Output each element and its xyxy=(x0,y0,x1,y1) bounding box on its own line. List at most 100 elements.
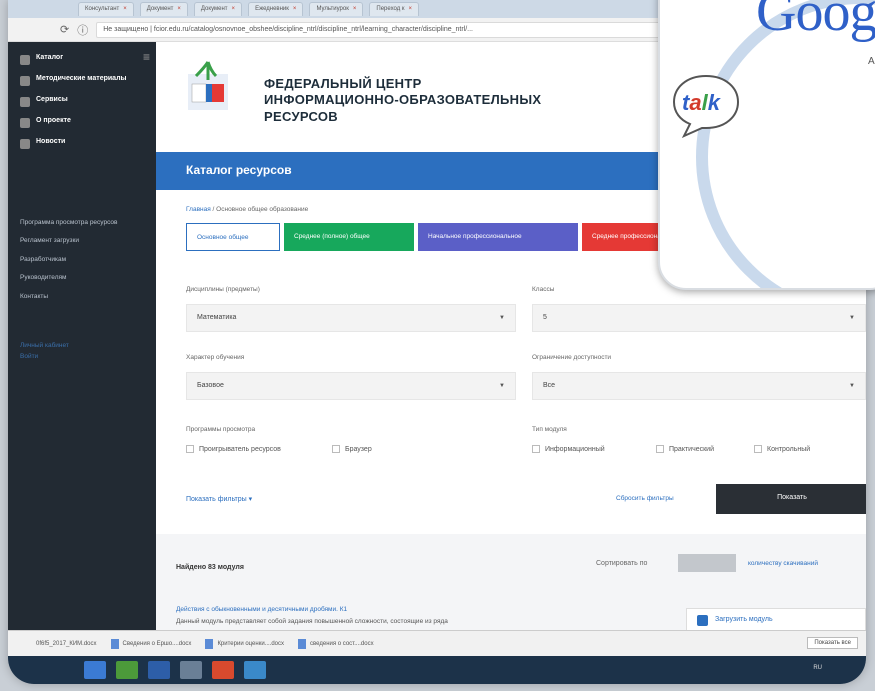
results-panel: Найдено 83 модуля Сортировать по количес… xyxy=(156,534,866,632)
sidebar-item-label: Новости xyxy=(36,138,66,145)
sort-toggle[interactable] xyxy=(678,554,736,572)
system-tray[interactable]: RU xyxy=(813,665,822,671)
org-name-line: РЕСУРСОВ xyxy=(264,108,338,124)
chevron-down-icon: ▼ xyxy=(849,383,855,389)
menu-icon[interactable]: ≡ xyxy=(143,50,150,64)
learning-select[interactable]: Базовое ▼ xyxy=(186,372,516,400)
viewer-checkbox-browser[interactable]: Браузер xyxy=(332,445,372,453)
google-talk-badge: Google A talk xyxy=(658,0,875,290)
sidebar-item-about[interactable]: О проекте xyxy=(20,117,148,128)
org-name-line: ИНФОРМАЦИОННО-ОБРАЗОВАТЕЛЬНЫХ xyxy=(264,92,542,108)
class-value: 5 xyxy=(543,314,547,321)
tab-secondary-general[interactable]: Среднее (полное) общее xyxy=(284,223,414,251)
browser-tab[interactable]: Переход к × xyxy=(369,2,420,16)
module-checkbox-practice[interactable]: Практический xyxy=(656,445,714,453)
close-icon[interactable]: × xyxy=(177,6,181,12)
reload-icon[interactable]: ⟳ xyxy=(60,23,69,36)
app-icon[interactable] xyxy=(180,661,202,679)
browser-tab-label: Документ xyxy=(146,6,174,12)
caret-down-icon: ▾ xyxy=(248,496,253,503)
sidebar-item-services[interactable]: Сервисы xyxy=(20,96,148,107)
file-icon xyxy=(110,638,119,649)
discipline-select[interactable]: Математика ▼ xyxy=(186,304,516,332)
checkbox[interactable] xyxy=(754,445,762,453)
browser-tab[interactable]: Документ × xyxy=(193,2,243,16)
download-module-button[interactable]: Загрузить модуль xyxy=(686,608,866,632)
tab-primary-professional[interactable]: Начальное профессиональное xyxy=(418,223,578,251)
talk-bubble-icon: talk xyxy=(672,74,740,138)
sidebar-item-news[interactable]: Новости xyxy=(20,138,148,149)
tab-basic-general[interactable]: Основное общее xyxy=(186,223,280,251)
file-icon xyxy=(298,638,307,649)
sidebar-item-label: Методические материалы xyxy=(36,75,127,82)
sort-label: Сортировать по xyxy=(596,560,648,567)
close-icon[interactable]: × xyxy=(409,6,413,12)
app-icon[interactable] xyxy=(244,661,266,679)
svg-text:talk: talk xyxy=(682,90,722,115)
browser-tab-label: Ежедневник xyxy=(255,6,289,12)
sidebar-link[interactable]: Программа просмотра ресурсов xyxy=(20,219,148,227)
access-value: Все xyxy=(543,382,556,389)
sidebar-link[interactable]: Контакты xyxy=(20,293,148,301)
close-icon[interactable]: × xyxy=(353,6,357,12)
browser-tab[interactable]: Мультиурок × xyxy=(309,2,364,16)
show-button[interactable]: Показать xyxy=(716,484,866,514)
browser-icon[interactable] xyxy=(212,661,234,679)
result-title-link[interactable]: Действия с обыкновенными и десятичными д… xyxy=(176,606,347,613)
start-icon[interactable] xyxy=(84,661,106,679)
browser-tab-label: Консультант xyxy=(85,6,120,12)
checkbox-label: Информационный xyxy=(545,445,605,453)
access-select[interactable]: Все ▼ xyxy=(532,372,866,400)
module-checkbox-control[interactable]: Контрольный xyxy=(754,445,810,453)
sort-by-downloads-link[interactable]: количеству скачиваний xyxy=(748,560,818,567)
download-item[interactable]: Критерии оценки....docx xyxy=(205,638,285,649)
close-icon[interactable]: × xyxy=(293,6,297,12)
checkbox[interactable] xyxy=(332,445,340,453)
sidebar-link[interactable]: Разработчикам xyxy=(20,256,148,264)
class-select[interactable]: 5 ▼ xyxy=(532,304,866,332)
checkbox-label: Браузер xyxy=(345,445,372,453)
more-filters-link[interactable]: Показать фильтры ▾ xyxy=(186,495,252,503)
checkbox-label: Практический xyxy=(669,445,714,453)
download-icon xyxy=(697,615,708,626)
login-block: Личный кабинет Войти xyxy=(20,341,148,362)
checkbox[interactable] xyxy=(656,445,664,453)
class-label: Классы xyxy=(532,286,555,293)
reset-filters-link[interactable]: Сбросить фильтры xyxy=(616,495,674,502)
download-item[interactable]: Сведения о Ершо....docx xyxy=(110,638,191,649)
module-checkbox-info[interactable]: Информационный xyxy=(532,445,605,453)
viewer-label: Программы просмотра xyxy=(186,426,256,433)
login-link[interactable]: Войти xyxy=(20,352,148,362)
browser-tab-label: Переход к xyxy=(376,6,405,12)
browser-tab[interactable]: Документ × xyxy=(139,2,188,16)
sidebar-item-catalog[interactable]: Каталог xyxy=(20,54,148,65)
download-item[interactable]: 0f6f5_2017_КИМ.docx xyxy=(36,641,97,647)
explorer-icon[interactable] xyxy=(116,661,138,679)
org-name: ФЕДЕРАЛЬНЫЙ ЦЕНТР ИНФОРМАЦИОННО-ОБРАЗОВА… xyxy=(264,76,541,125)
download-label: Критерии оценки....docx xyxy=(217,640,285,647)
browser-tab[interactable]: Консультант × xyxy=(78,2,134,16)
account-link[interactable]: Личный кабинет xyxy=(20,341,148,351)
close-icon[interactable]: × xyxy=(123,6,127,12)
browser-tab[interactable]: Ежедневник × xyxy=(248,2,304,16)
breadcrumb-home-link[interactable]: Главная xyxy=(186,206,211,213)
breadcrumb-current: Основное общее образование xyxy=(216,206,309,213)
sidebar-link[interactable]: Руководителям xyxy=(20,274,148,282)
checkbox[interactable] xyxy=(532,445,540,453)
download-item[interactable]: сведения о сост....docx xyxy=(298,638,374,649)
sidebar-link[interactable]: Регламент загрузки xyxy=(20,237,148,245)
word-icon[interactable] xyxy=(148,661,170,679)
browser-tab-label: Мультиурок xyxy=(316,6,349,12)
module-type-label: Тип модуля xyxy=(532,426,567,433)
sidebar-item-methodical[interactable]: Методические материалы xyxy=(20,75,148,86)
checkbox[interactable] xyxy=(186,445,194,453)
url-field[interactable]: Не защищено | fcior.edu.ru/catalog/osnov… xyxy=(96,21,666,38)
sidebar-item-label: О проекте xyxy=(36,117,71,124)
viewer-checkbox-player[interactable]: Проигрыватель ресурсов xyxy=(186,445,281,453)
sidebar-item-label: Сервисы xyxy=(36,96,68,103)
breadcrumb: Главная / Основное общее образование xyxy=(186,206,308,213)
fcior-logo[interactable] xyxy=(186,58,230,112)
show-all-downloads-button[interactable]: Показать все xyxy=(807,637,858,649)
google-logo-text: Google xyxy=(756,0,875,43)
close-icon[interactable]: × xyxy=(232,6,236,12)
